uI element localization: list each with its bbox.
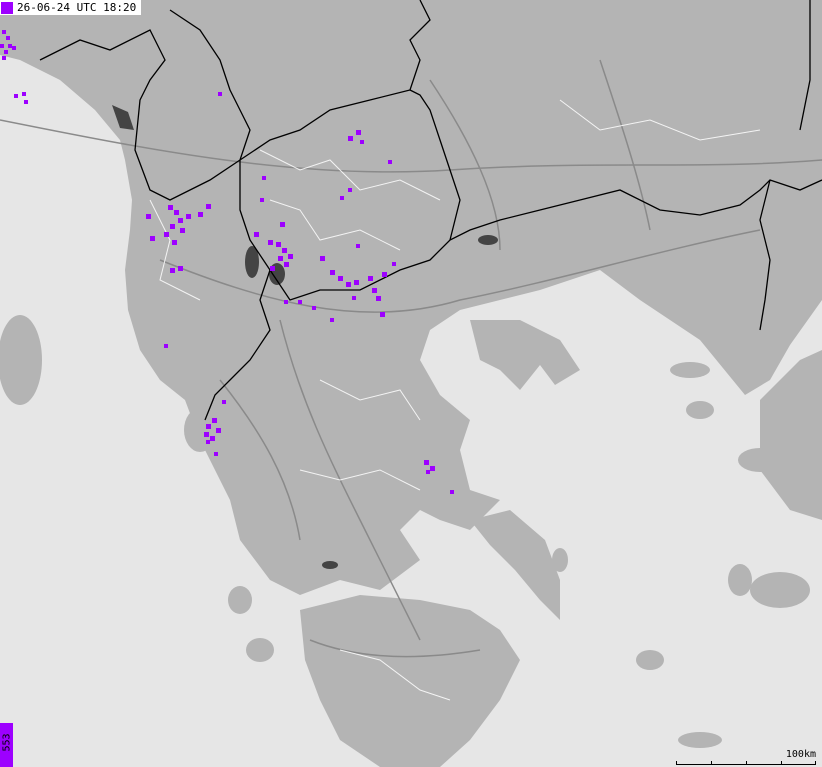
strike-count-badge: 553	[0, 723, 13, 767]
legend-color-swatch	[1, 1, 13, 14]
scale-label: 100km	[785, 749, 816, 760]
timestamp-header: 26-06-24 UTC 18:20	[0, 0, 142, 15]
scale-bar: 100km	[676, 749, 816, 765]
lightning-map[interactable]	[0, 0, 822, 767]
scale-line	[676, 761, 816, 765]
strike-count-label: 553	[1, 733, 13, 752]
timestamp-label: 26-06-24 UTC 18:20	[17, 1, 137, 14]
